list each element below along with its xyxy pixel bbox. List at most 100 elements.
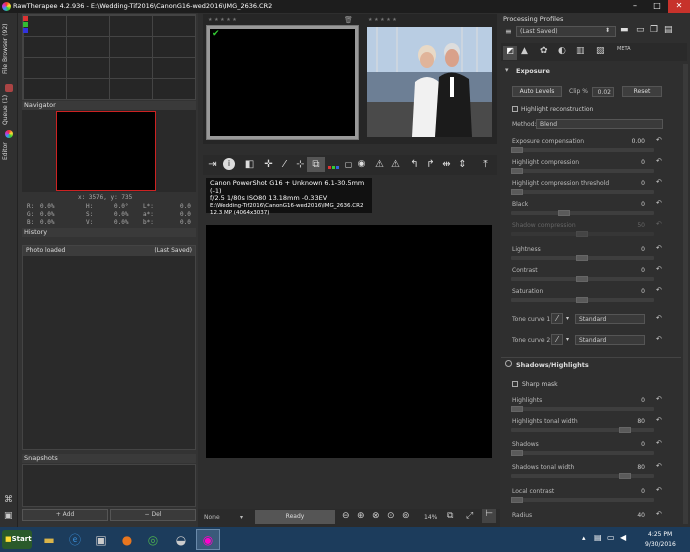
flip-horizontal-icon[interactable]: ⇹ xyxy=(439,157,454,172)
sharp-mask-checkbox[interactable] xyxy=(512,381,518,387)
metadata-tab-icon[interactable]: META xyxy=(617,46,631,52)
reset-icon[interactable]: ↶ xyxy=(656,335,662,343)
copy-profile-icon[interactable]: ❐ xyxy=(650,25,658,35)
collapse-exposure-icon[interactable]: ▾ xyxy=(505,66,509,74)
file-explorer-icon[interactable]: ▬ xyxy=(38,529,60,550)
image-preview[interactable] xyxy=(206,225,492,458)
thumbnail-selected[interactable]: ✔ xyxy=(206,25,359,140)
reset-icon[interactable]: ↶ xyxy=(656,486,662,494)
blue-indicator-icon[interactable] xyxy=(336,166,339,169)
editor-icon[interactable] xyxy=(5,130,13,138)
tab-file-browser[interactable]: File Browser (92) xyxy=(2,18,16,80)
zoom-fit-crop-icon[interactable]: ⊚ xyxy=(402,511,410,521)
display-icon[interactable]: ▭ xyxy=(607,533,615,542)
highlights-slider[interactable] xyxy=(511,406,654,412)
method-select[interactable]: Blend xyxy=(536,119,663,129)
shadows-highlights-title[interactable]: Shadows/Highlights xyxy=(516,361,589,369)
red-channel-icon[interactable] xyxy=(23,16,28,21)
reset-icon[interactable]: ↶ xyxy=(656,286,662,294)
auto-levels-button[interactable]: Auto Levels xyxy=(512,86,562,97)
tab-queue[interactable]: Queue (1) xyxy=(2,93,16,127)
crop-icon[interactable]: ⧉ xyxy=(307,157,325,172)
chrome-icon[interactable]: ◎ xyxy=(142,529,164,550)
fullscreen-icon[interactable]: ⤢ xyxy=(466,511,473,521)
blue-channel-icon[interactable] xyxy=(23,28,28,33)
zoom-100-icon[interactable]: ⊗ xyxy=(372,511,380,521)
focus-mask-icon[interactable]: ◉ xyxy=(354,157,369,172)
rotate-right-icon[interactable]: ↱ xyxy=(423,157,438,172)
reset-icon[interactable]: ↶ xyxy=(656,199,662,207)
green-channel-icon[interactable] xyxy=(23,22,28,27)
rating-stars[interactable]: ★ ★ ★ ★ ★ xyxy=(368,17,397,23)
straighten-icon[interactable]: ⊹ xyxy=(293,157,308,172)
shadow-clip-warning-icon[interactable]: ⚠ xyxy=(372,157,387,172)
reset-icon[interactable]: ↶ xyxy=(656,178,662,186)
advanced-tab-icon[interactable]: ◐ xyxy=(558,46,566,56)
delete-snapshot-button[interactable]: − Del xyxy=(110,509,196,521)
rotate-left-icon[interactable]: ↰ xyxy=(407,157,422,172)
navigator-header[interactable]: Navigator xyxy=(22,101,196,110)
info-icon[interactable]: i xyxy=(223,158,235,170)
clock-time[interactable]: 4:25 PM xyxy=(648,531,672,538)
open-profile-icon[interactable]: ▬ xyxy=(620,25,629,35)
chevron-down-icon[interactable]: ▾ xyxy=(566,336,569,343)
rating-stars[interactable]: ★ ★ ★ ★ ★ xyxy=(208,17,237,23)
highlight-clip-warning-icon[interactable]: ⚠ xyxy=(388,157,403,172)
paste-profile-icon[interactable]: ▤ xyxy=(664,25,673,35)
bottom-tool-icon[interactable]: ⌘ xyxy=(4,495,13,505)
highlight-compression-slider[interactable] xyxy=(511,168,654,174)
before-after-icon[interactable]: ◧ xyxy=(242,157,257,172)
chevron-down-icon[interactable]: ⬍ xyxy=(605,27,610,34)
exposure-title[interactable]: Exposure xyxy=(516,67,550,75)
zoom-out-icon[interactable]: ⊖ xyxy=(342,511,350,521)
tray-arrow-icon[interactable]: ▴ xyxy=(582,534,586,542)
reset-icon[interactable]: ↶ xyxy=(656,462,662,470)
reset-icon[interactable]: ↶ xyxy=(656,220,662,228)
reset-button[interactable]: Reset xyxy=(622,86,662,97)
saturation-slider[interactable] xyxy=(511,297,654,303)
green-indicator-icon[interactable] xyxy=(332,166,335,169)
reset-icon[interactable]: ↶ xyxy=(656,395,662,403)
clock-date[interactable]: 9/30/2016 xyxy=(645,541,676,548)
hide-top-panel-icon[interactable]: ⤒ xyxy=(478,157,493,172)
reset-icon[interactable]: ↶ xyxy=(656,244,662,252)
minimize-button[interactable]: – xyxy=(624,0,646,13)
color-tab-icon[interactable]: ✿ xyxy=(540,46,548,56)
highlight-reconstruction-checkbox[interactable] xyxy=(512,106,518,112)
reset-icon[interactable]: ↶ xyxy=(656,510,662,518)
queue-icon[interactable] xyxy=(5,84,13,92)
start-button[interactable]: ■Start xyxy=(2,530,32,549)
clip-input[interactable]: 0.02 xyxy=(592,87,614,97)
dropdown-arrow-icon[interactable]: ▾ xyxy=(240,514,243,521)
lightness-slider[interactable] xyxy=(511,255,654,261)
reset-icon[interactable]: ↶ xyxy=(656,416,662,424)
media-icon[interactable]: ▣ xyxy=(90,529,112,550)
tone-curve-1-select[interactable]: Standard xyxy=(575,314,645,324)
history-header[interactable]: History xyxy=(22,228,196,237)
new-window-icon[interactable]: ⧉ xyxy=(447,511,453,521)
reset-icon[interactable]: ↶ xyxy=(656,157,662,165)
flip-vertical-icon[interactable]: ⇕ xyxy=(455,157,470,172)
rawtherapee-taskbar-icon[interactable]: ◉ xyxy=(196,529,220,550)
curve-editor-icon[interactable]: ⁄ xyxy=(551,313,563,324)
tab-editor[interactable]: Editor xyxy=(2,140,16,162)
app-icon[interactable]: ◒ xyxy=(170,529,192,550)
reset-icon[interactable]: ↶ xyxy=(656,314,662,322)
profile-select[interactable]: (Last Saved) xyxy=(516,26,616,37)
raw-tab-icon[interactable]: ▧ xyxy=(596,46,605,56)
navigator-thumbnail[interactable] xyxy=(56,111,156,191)
hide-left-panel-icon[interactable]: ⇥ xyxy=(205,157,220,172)
local-contrast-slider[interactable] xyxy=(511,497,654,503)
internet-explorer-icon[interactable]: ⓔ xyxy=(64,529,86,550)
shadows-slider[interactable] xyxy=(511,450,654,456)
save-profile-icon[interactable]: ▭ xyxy=(636,25,645,35)
trash-icon[interactable]: 🗑 xyxy=(344,16,353,24)
zoom-in-icon[interactable]: ⊕ xyxy=(357,511,365,521)
add-snapshot-button[interactable]: + Add xyxy=(22,509,108,521)
black-slider[interactable] xyxy=(511,210,654,216)
zoom-fit-icon[interactable]: ⊙ xyxy=(387,511,395,521)
exposure-compensation-slider[interactable] xyxy=(511,147,654,153)
white-balance-picker-icon[interactable]: ⁄ xyxy=(277,157,292,172)
shadow-compression-slider[interactable] xyxy=(511,231,654,237)
transform-tab-icon[interactable]: ▥ xyxy=(576,46,585,56)
